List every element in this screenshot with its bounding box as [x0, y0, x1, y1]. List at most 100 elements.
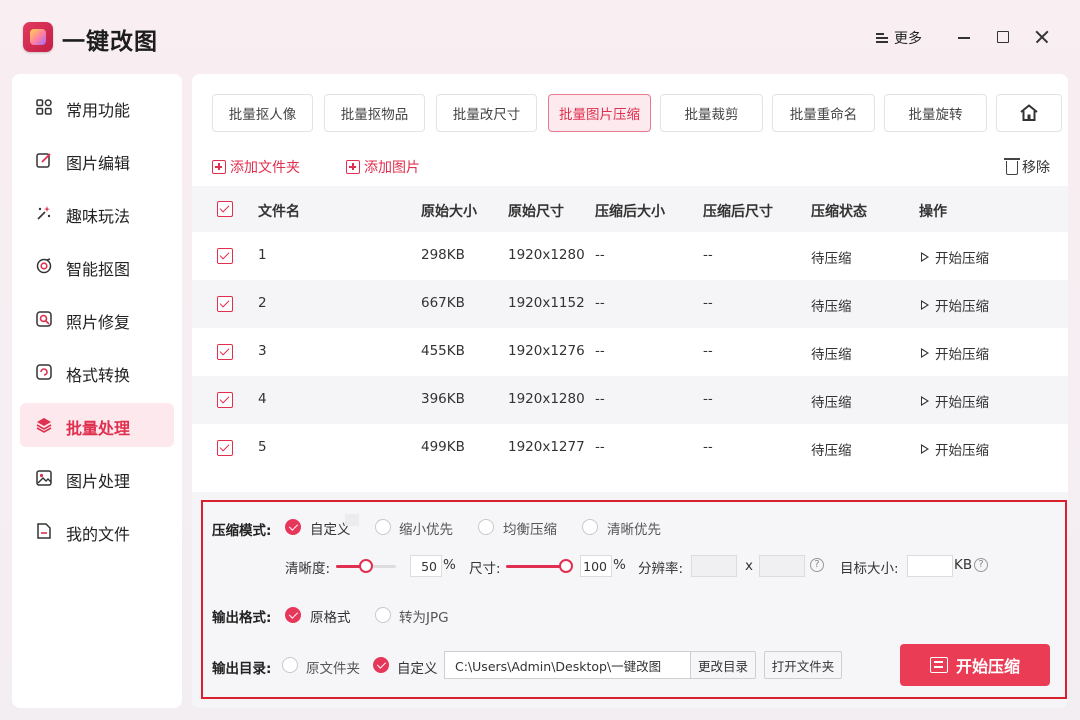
- dir-original-label: 原文件夹: [306, 661, 360, 677]
- mode-custom-radio[interactable]: [285, 519, 301, 535]
- cell-new-dim: --: [703, 295, 713, 311]
- cell-orig-dim: 1920x1276: [508, 343, 585, 359]
- dir-custom-radio[interactable]: [373, 657, 389, 673]
- output-path-input[interactable]: C:\Users\Admin\Desktop\一键改图: [444, 651, 691, 679]
- clarity-slider[interactable]: [336, 559, 396, 573]
- cell-orig-size: 396KB: [421, 391, 465, 407]
- table-row[interactable]: 5 499KB 1920x1277 -- -- 待压缩 开始压缩: [192, 424, 1068, 472]
- action-label: 开始压缩: [935, 443, 989, 459]
- sidebar-item-cutout[interactable]: 智能抠图: [20, 244, 174, 288]
- table-row[interactable]: 1 298KB 1920x1280 -- -- 待压缩 开始压缩: [192, 232, 1068, 280]
- repair-icon: [36, 311, 52, 327]
- sidebar-item-image[interactable]: 图片处理: [20, 456, 174, 500]
- open-folder-button[interactable]: 打开文件夹: [764, 651, 842, 679]
- size-label: 尺寸:: [469, 561, 501, 577]
- sidebar-item-files[interactable]: 我的文件: [20, 509, 174, 553]
- play-icon: [921, 443, 929, 455]
- target-icon: [36, 258, 52, 274]
- target-size-help-icon[interactable]: ?: [974, 558, 988, 572]
- cell-orig-size: 667KB: [421, 295, 465, 311]
- sidebar-item-convert[interactable]: 格式转换: [20, 350, 174, 394]
- start-compress-row-button[interactable]: 开始压缩: [921, 247, 989, 267]
- sidebar-item-edit[interactable]: 图片编辑: [20, 138, 174, 182]
- start-compress-row-button[interactable]: 开始压缩: [921, 391, 989, 411]
- select-all-checkbox[interactable]: [217, 201, 233, 217]
- row-checkbox[interactable]: [217, 248, 233, 264]
- mode-balanced-label: 均衡压缩: [503, 522, 557, 538]
- table-spacer: [192, 472, 1068, 492]
- add-folder-button[interactable]: 添加文件夹: [212, 157, 300, 177]
- resolution-width-input[interactable]: [691, 555, 737, 577]
- size-input[interactable]: 100: [580, 555, 612, 577]
- cell-new-size: --: [595, 391, 605, 407]
- target-size-input[interactable]: [907, 555, 953, 577]
- mode-balanced-radio[interactable]: [478, 519, 494, 535]
- cell-filename: 5: [258, 439, 267, 455]
- format-jpg-radio[interactable]: [375, 607, 391, 623]
- tab-crop[interactable]: 批量裁剪: [660, 94, 763, 132]
- tab-compress[interactable]: 批量图片压缩: [548, 94, 651, 132]
- sidebar-item-common[interactable]: 常用功能: [20, 85, 174, 129]
- row-checkbox[interactable]: [217, 392, 233, 408]
- more-button[interactable]: 更多: [876, 28, 922, 48]
- row-checkbox[interactable]: [217, 296, 233, 312]
- start-compress-row-button[interactable]: 开始压缩: [921, 295, 989, 315]
- cell-new-dim: --: [703, 391, 713, 407]
- row-checkbox[interactable]: [217, 344, 233, 360]
- table-row[interactable]: 2 667KB 1920x1152 -- -- 待压缩 开始压缩: [192, 280, 1068, 328]
- row-checkbox[interactable]: [217, 440, 233, 456]
- dir-original-radio[interactable]: [282, 657, 298, 673]
- resolution-height-input[interactable]: [759, 555, 805, 577]
- tab-rotate[interactable]: 批量旋转: [884, 94, 987, 132]
- clarity-label: 清晰度:: [285, 561, 331, 577]
- change-dir-button[interactable]: 更改目录: [690, 651, 756, 679]
- sidebar-item-label: 趣味玩法: [66, 207, 131, 226]
- clarity-slider-thumb[interactable]: [359, 559, 373, 573]
- tab-portrait-cutout[interactable]: 批量抠人像: [212, 94, 313, 132]
- remove-button[interactable]: 移除: [1004, 157, 1050, 177]
- start-compress-row-button[interactable]: 开始压缩: [921, 439, 989, 459]
- size-slider[interactable]: [506, 559, 573, 573]
- mode-shrink-radio[interactable]: [375, 519, 391, 535]
- resolution-help-icon[interactable]: ?: [810, 558, 824, 572]
- size-slider-thumb[interactable]: [559, 559, 573, 573]
- sidebar-item-label: 我的文件: [66, 525, 131, 544]
- cell-status: 待压缩: [811, 443, 852, 459]
- placeholder-box: [345, 514, 359, 526]
- cell-orig-dim: 1920x1280: [508, 247, 585, 263]
- sidebar-item-label: 图片编辑: [66, 154, 131, 173]
- tab-resize[interactable]: 批量改尺寸: [436, 94, 537, 132]
- mode-clarity-radio[interactable]: [582, 519, 598, 535]
- clarity-input[interactable]: 50: [410, 555, 442, 577]
- format-original-radio[interactable]: [285, 607, 301, 623]
- start-compress-row-button[interactable]: 开始压缩: [921, 343, 989, 363]
- cell-orig-size: 499KB: [421, 439, 465, 455]
- home-icon: [1020, 104, 1038, 121]
- tab-rename[interactable]: 批量重命名: [772, 94, 875, 132]
- sidebar-item-batch[interactable]: 批量处理: [20, 403, 174, 447]
- column-header: 操作: [919, 204, 947, 220]
- close-button[interactable]: [1031, 26, 1053, 48]
- cell-orig-size: 298KB: [421, 247, 465, 263]
- maximize-button[interactable]: [992, 26, 1014, 48]
- tab-object-cutout[interactable]: 批量抠物品: [324, 94, 425, 132]
- grid-icon: [36, 99, 52, 115]
- table-row[interactable]: 3 455KB 1920x1276 -- -- 待压缩 开始压缩: [192, 328, 1068, 376]
- table-row[interactable]: 4 396KB 1920x1280 -- -- 待压缩 开始压缩: [192, 376, 1068, 424]
- target-size-unit: KB: [954, 557, 973, 573]
- sidebar-item-repair[interactable]: 照片修复: [20, 297, 174, 341]
- play-icon: [921, 347, 929, 359]
- title-bar: 一键改图 更多: [0, 0, 1080, 72]
- compress-icon: [929, 657, 948, 673]
- sidebar: 常用功能 图片编辑 趣味玩法 智能抠图 照片修复 格式转换 批量处理 图片处理 …: [12, 74, 182, 708]
- more-label: 更多: [894, 31, 922, 47]
- cell-filename: 1: [258, 247, 267, 263]
- column-header: 压缩状态: [811, 204, 867, 220]
- add-image-button[interactable]: 添加图片: [346, 157, 420, 177]
- minimize-button[interactable]: [953, 26, 975, 48]
- start-compress-button[interactable]: 开始压缩: [900, 644, 1050, 686]
- column-header: 文件名: [258, 204, 300, 220]
- home-button[interactable]: [996, 94, 1062, 132]
- cell-orig-dim: 1920x1152: [508, 295, 585, 311]
- sidebar-item-fun[interactable]: 趣味玩法: [20, 191, 174, 235]
